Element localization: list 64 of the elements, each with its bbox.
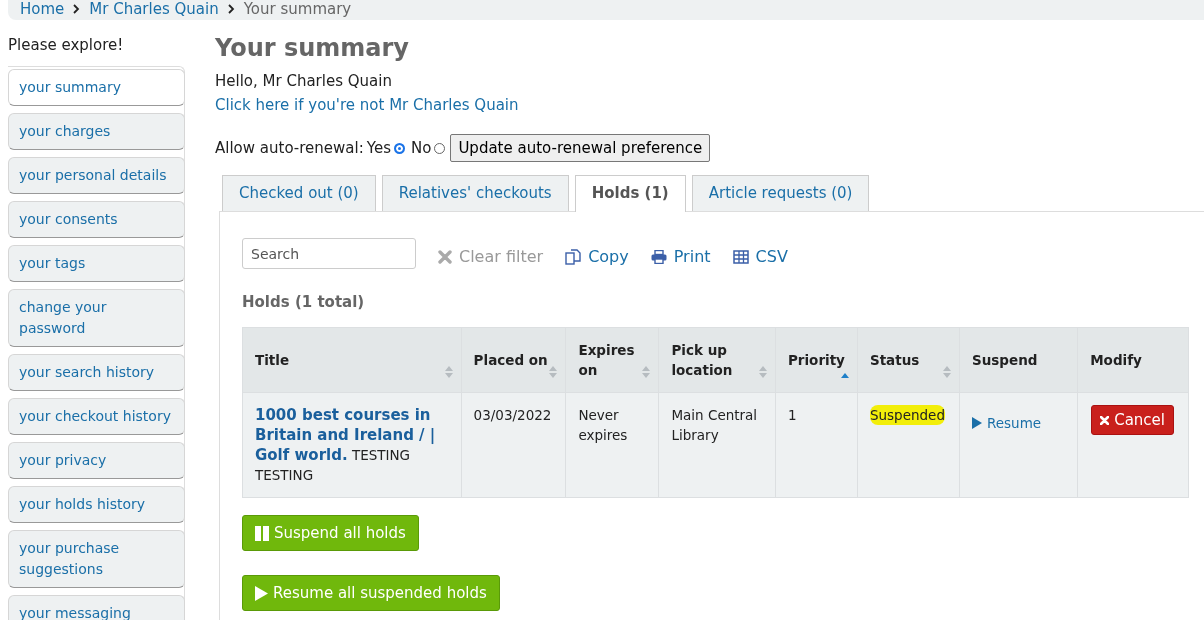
sidebar-item[interactable]: your tags — [8, 245, 185, 282]
sidebar-item[interactable]: your checkout history — [8, 398, 185, 435]
sidebar-item[interactable]: your privacy — [8, 442, 185, 479]
column-header[interactable]: Priority — [775, 327, 858, 393]
radio-label: No — [410, 139, 432, 157]
table-icon — [732, 249, 749, 264]
sort-icon — [642, 366, 651, 378]
column-header[interactable]: Pick up location — [658, 327, 776, 393]
sidebar-heading: Please explore! — [8, 36, 125, 56]
printer-icon — [650, 249, 667, 264]
table-cell: 03/03/2022 — [461, 392, 566, 498]
pause-icon — [255, 525, 269, 541]
auto-renewal-label: Allow auto-renewal: — [215, 139, 364, 157]
tab[interactable]: Checked out (0) — [222, 175, 376, 211]
chevron-icon — [227, 4, 235, 14]
greeting-text: Hello, Mr Charles Quain — [215, 71, 393, 92]
table-cell: Never expires — [565, 392, 659, 498]
copy-icon — [565, 248, 582, 265]
toolbar-button[interactable]: Print — [650, 247, 711, 266]
play-icon — [971, 417, 982, 429]
sidebar-item[interactable]: your personal details — [8, 157, 185, 194]
toolbar-button[interactable]: Copy — [565, 247, 629, 266]
sidebar-item[interactable]: your search history — [8, 354, 185, 391]
breadcrumb-link[interactable]: Home — [20, 0, 65, 18]
sidebar-item[interactable]: your charges — [8, 113, 185, 150]
cancel-button[interactable]: Cancel — [1091, 405, 1174, 435]
play-icon — [255, 585, 268, 601]
column-header[interactable]: Expires on — [565, 327, 659, 393]
status-text: Suspended — [869, 405, 945, 425]
sidebar-item[interactable]: your messaging — [8, 595, 185, 620]
column-header[interactable]: Title — [242, 327, 462, 393]
tab[interactable]: Relatives' checkouts — [381, 175, 569, 211]
column-header: Modify — [1077, 327, 1189, 393]
column-header[interactable]: Status — [857, 327, 960, 393]
radio-label: Yes — [366, 139, 391, 157]
column-header: Suspend — [959, 327, 1078, 393]
clear-icon — [438, 249, 452, 264]
radio-button[interactable] — [393, 142, 405, 154]
update-preference-button[interactable]: Update auto-renewal preference — [450, 134, 711, 162]
tab[interactable]: Holds (1) — [574, 175, 686, 212]
search-field[interactable]: Search — [242, 238, 416, 269]
sidebar-item[interactable]: your holds history — [8, 486, 185, 523]
column-header[interactable]: Placed on — [461, 327, 566, 393]
table-cell: 1 — [775, 392, 858, 498]
holds-heading: Holds (1 total) — [242, 293, 366, 311]
table-cell: Main Central Library — [658, 392, 776, 498]
sort-icon — [444, 366, 453, 378]
sidebar-item[interactable]: your consents — [8, 201, 185, 238]
sort-icon — [549, 366, 558, 378]
breadcrumb-link[interactable]: Mr Charles Quain — [89, 0, 219, 18]
sidebar-item[interactable]: your purchase suggestions — [8, 530, 185, 588]
resume-link[interactable]: Resume — [971, 413, 1042, 433]
sidebar-item[interactable]: change your password — [8, 289, 185, 347]
chevron-icon — [73, 4, 81, 14]
breadcrumb-current: Your summary — [243, 0, 352, 18]
close-icon — [1100, 415, 1110, 425]
title-text[interactable]: 1000 best courses in Britain and Ireland / | Golf world. TESTING TESTING — [242, 392, 462, 498]
not-me-link[interactable]: Click here if you're not Mr Charles Quain — [215, 93, 519, 117]
tab[interactable]: Article requests (0) — [691, 175, 870, 211]
toolbar-button[interactable]: CSV — [732, 247, 788, 266]
sort-icon — [758, 366, 767, 378]
sidebar-item[interactable]: your summary — [8, 69, 185, 106]
sort-icon — [942, 366, 951, 378]
page-title: Your summary — [215, 34, 410, 62]
